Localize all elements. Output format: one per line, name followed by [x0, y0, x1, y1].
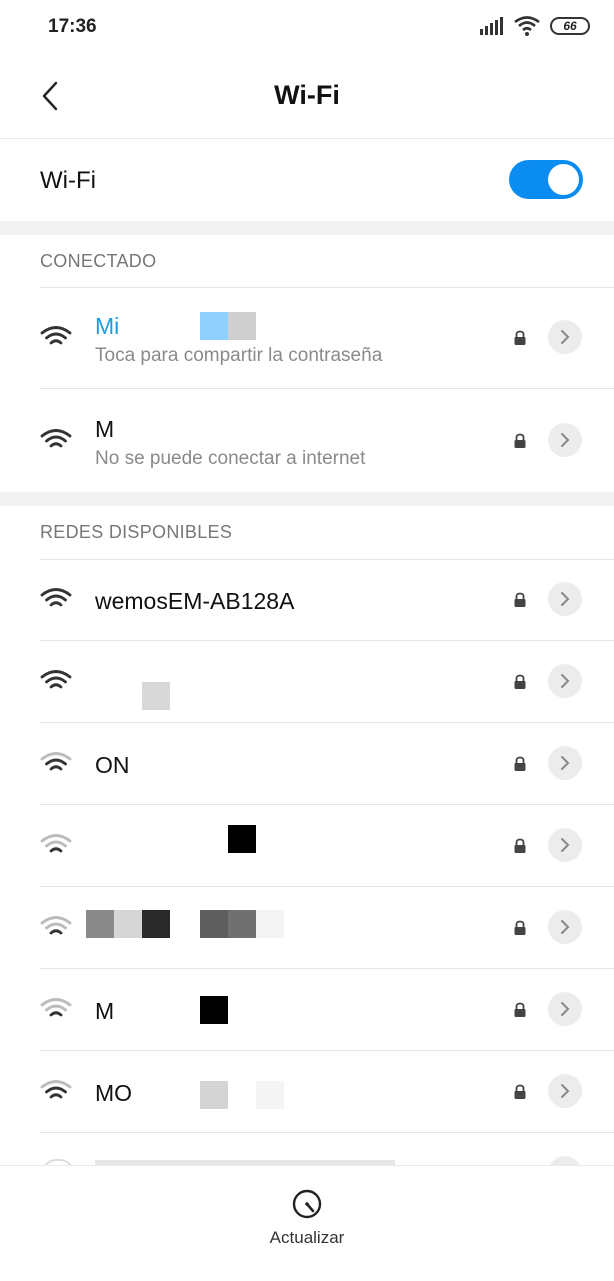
wifi-signal-strong-icon [40, 429, 72, 448]
chevron-right-icon [561, 330, 570, 344]
network-details-button[interactable] [548, 423, 582, 457]
bottom-action-bar: Actualizar [0, 1165, 614, 1281]
chevron-right-icon [561, 1084, 570, 1098]
redaction-block [142, 682, 170, 710]
chevron-right-icon [561, 674, 570, 688]
redaction-block [228, 910, 256, 938]
network-details-button[interactable] [548, 664, 582, 698]
wifi-signal-strong-icon [40, 670, 72, 689]
wifi-signal-strong-icon [40, 326, 72, 345]
network-status: No se puede conectar a internet [95, 448, 366, 469]
title-bar: Wi-Fi [0, 54, 614, 139]
lock-icon [514, 433, 526, 448]
refresh-label: Actualizar [269, 1228, 345, 1247]
network-name: M [95, 998, 115, 1024]
wifi-signal-weak-icon [40, 916, 72, 935]
redaction-block [200, 910, 228, 938]
redaction-block [200, 1081, 228, 1109]
lock-icon [514, 838, 526, 853]
status-icons: 66 [480, 16, 590, 36]
network-row-available-1[interactable]: wemosEM-AB128A [0, 559, 614, 641]
wifi-status-icon [514, 16, 540, 36]
redaction-block [256, 910, 284, 938]
status-bar: 17:36 66 [0, 0, 614, 54]
wifi-toggle-switch[interactable] [509, 160, 583, 199]
status-time: 17:36 [48, 16, 97, 37]
network-details-button[interactable] [548, 746, 582, 780]
redaction-block [200, 996, 228, 1024]
page-title: Wi-Fi [274, 80, 340, 110]
redaction-block [142, 910, 170, 938]
wifi-signal-weak-icon [40, 834, 72, 853]
section-header-connected: CONECTADO [40, 251, 157, 271]
wifi-toggle-row: Wi-Fi [0, 139, 614, 221]
network-details-button[interactable] [548, 992, 582, 1026]
redaction-block [256, 1081, 284, 1109]
network-name: ON [95, 752, 130, 778]
network-name: Mi [95, 313, 120, 339]
redaction-block [200, 312, 228, 340]
battery-indicator: 66 [550, 17, 590, 35]
network-row-connected-2[interactable]: M No se puede conectar a internet [0, 390, 614, 492]
network-details-button[interactable] [548, 1074, 582, 1108]
lock-icon [514, 1084, 526, 1099]
network-details-button[interactable] [548, 320, 582, 354]
lock-icon [514, 756, 526, 771]
refresh-icon [292, 1189, 322, 1219]
lock-icon [514, 592, 526, 607]
section-header-available: REDES DISPONIBLES [40, 522, 233, 542]
network-details-button[interactable] [548, 828, 582, 862]
network-name: wemosEM-AB128A [95, 588, 295, 614]
chevron-right-icon [561, 756, 570, 770]
network-name: MO [95, 1080, 133, 1106]
redaction-block [86, 910, 114, 938]
wifi-toggle-label: Wi-Fi [40, 167, 96, 194]
network-row-available-5[interactable] [0, 887, 614, 969]
chevron-right-icon [561, 433, 570, 447]
network-details-button[interactable] [548, 582, 582, 616]
network-row-available-2[interactable] [0, 641, 614, 723]
wifi-signal-strong-icon [40, 588, 72, 607]
section-divider [0, 492, 614, 506]
network-row-available-7[interactable]: MO [0, 1051, 614, 1133]
refresh-button[interactable]: Actualizar [0, 1188, 614, 1248]
network-row-available-4[interactable] [0, 805, 614, 887]
network-row-available-3[interactable]: ON [0, 723, 614, 805]
cellular-signal-icon [480, 17, 503, 35]
network-details-button[interactable] [548, 910, 582, 944]
network-row-available-6[interactable]: M [0, 969, 614, 1051]
lock-icon [514, 674, 526, 689]
toggle-knob [548, 164, 579, 195]
network-status: Toca para compartir la contraseña [95, 345, 383, 366]
lock-icon [514, 1002, 526, 1017]
wifi-signal-weak-icon [40, 998, 72, 1017]
chevron-right-icon [561, 592, 570, 606]
section-divider [0, 221, 614, 235]
redaction-block [228, 825, 256, 853]
lock-icon [514, 330, 526, 345]
chevron-right-icon [561, 838, 570, 852]
wifi-signal-medium-icon [40, 1080, 72, 1099]
chevron-right-icon [561, 920, 570, 934]
network-name: M [95, 416, 115, 442]
network-row-partial [0, 1152, 614, 1166]
redaction-block [114, 910, 142, 938]
chevron-right-icon [561, 1002, 570, 1016]
network-row-connected-1[interactable]: Mi Toca para compartir la contraseña [0, 287, 614, 389]
lock-icon [514, 920, 526, 935]
wifi-signal-medium-icon [40, 752, 72, 771]
redaction-block [228, 312, 256, 340]
